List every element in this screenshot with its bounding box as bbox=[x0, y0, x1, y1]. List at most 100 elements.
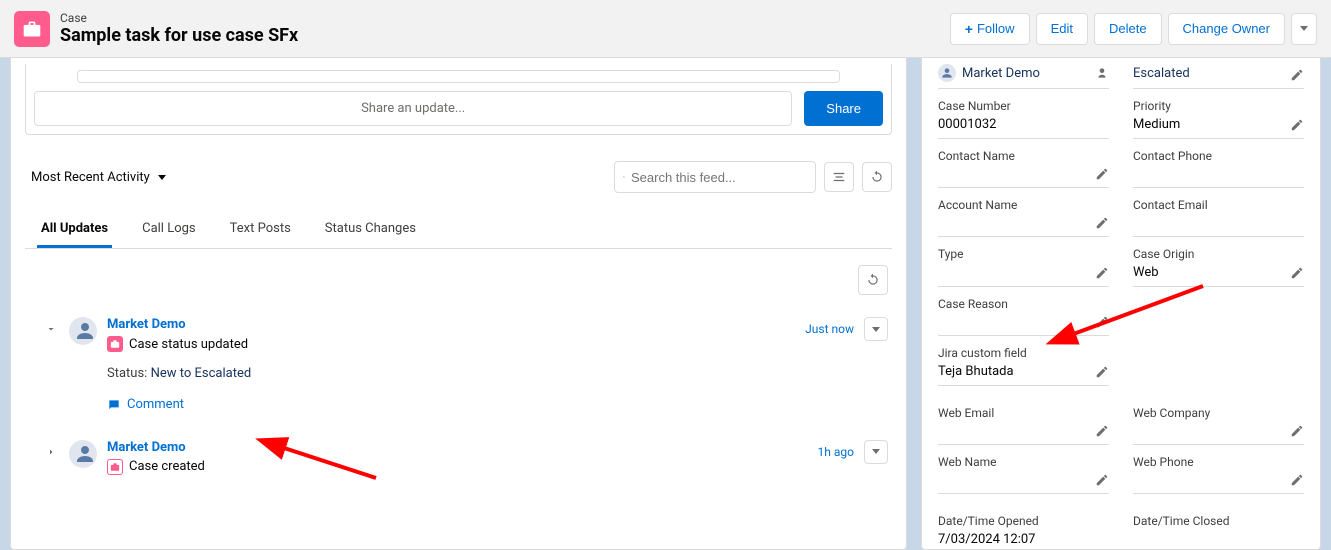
field-jira-custom: Jira custom field Teja Bhutada bbox=[938, 340, 1109, 386]
delete-button[interactable]: Delete bbox=[1094, 13, 1162, 45]
feed-toolbar: Most Recent Activity bbox=[25, 161, 892, 193]
field-datetime-closed: Date/Time Closed bbox=[1133, 508, 1304, 550]
feed-item-time[interactable]: Just now bbox=[805, 322, 854, 336]
feed-item-user[interactable]: Market Demo bbox=[107, 440, 186, 455]
feed-item-menu[interactable] bbox=[864, 440, 888, 464]
tab-text-posts[interactable]: Text Posts bbox=[226, 211, 295, 248]
details-panel: Market Demo Escalated Case Number 000010… bbox=[921, 58, 1321, 550]
chevron-right-icon bbox=[45, 446, 57, 458]
tab-all-updates[interactable]: All Updates bbox=[37, 211, 112, 248]
change-owner-button[interactable]: Change Owner bbox=[1168, 13, 1285, 45]
field-label: Priority bbox=[1133, 99, 1304, 113]
edit-pencil-icon[interactable] bbox=[1095, 266, 1109, 280]
sort-label: Most Recent Activity bbox=[31, 170, 150, 185]
field-label: Account Name bbox=[938, 198, 1109, 212]
edit-pencil-icon[interactable] bbox=[1095, 167, 1109, 181]
field-value bbox=[1133, 167, 1304, 181]
feed-search-box[interactable] bbox=[614, 161, 816, 193]
chevron-down-icon bbox=[872, 449, 880, 454]
field-label: Web Phone bbox=[1133, 455, 1304, 469]
header-text: Case Sample task for use case SFx bbox=[60, 11, 298, 46]
plus-icon: + bbox=[965, 21, 973, 37]
case-icon-outline bbox=[107, 459, 123, 475]
feed-item-time[interactable]: 1h ago bbox=[818, 445, 854, 459]
header-left: Case Sample task for use case SFx bbox=[14, 11, 298, 47]
tab-status-changes[interactable]: Status Changes bbox=[321, 211, 420, 248]
edit-pencil-icon[interactable] bbox=[1290, 118, 1304, 132]
feed-list-refresh-button[interactable] bbox=[858, 265, 888, 295]
field-type: Type bbox=[938, 241, 1109, 287]
field-label: Web Name bbox=[938, 455, 1109, 469]
feed-filter-button[interactable] bbox=[824, 162, 854, 192]
field-label: Web Email bbox=[938, 406, 1109, 420]
feed-item-subline: Case created bbox=[129, 459, 205, 474]
edit-pencil-icon[interactable] bbox=[1095, 216, 1109, 230]
feed-search-input[interactable] bbox=[631, 170, 807, 185]
feed-refresh-button[interactable] bbox=[862, 162, 892, 192]
comment-link[interactable]: Comment bbox=[107, 397, 184, 412]
edit-pencil-icon[interactable] bbox=[1290, 68, 1304, 82]
share-button[interactable]: Share bbox=[804, 91, 883, 126]
composer-collapsed-field[interactable] bbox=[77, 70, 840, 83]
avatar[interactable] bbox=[69, 440, 97, 468]
edit-pencil-icon[interactable] bbox=[1290, 266, 1304, 280]
field-value bbox=[1133, 216, 1304, 230]
field-label: Date/Time Closed bbox=[1133, 514, 1304, 528]
field-case-number: Case Number 00001032 bbox=[938, 93, 1109, 139]
chevron-down-icon bbox=[45, 323, 57, 335]
edit-pencil-icon[interactable] bbox=[1095, 473, 1109, 487]
field-value bbox=[1133, 473, 1304, 487]
field-label: Case Number bbox=[938, 99, 1109, 113]
follow-button[interactable]: + Follow bbox=[950, 13, 1030, 45]
field-label: Case Origin bbox=[1133, 247, 1304, 261]
edit-pencil-icon[interactable] bbox=[1290, 473, 1304, 487]
field-web-phone: Web Phone bbox=[1133, 449, 1304, 494]
feed-composer: Share an update... Share bbox=[25, 64, 892, 135]
more-actions-dropdown[interactable] bbox=[1291, 13, 1317, 45]
edit-pencil-icon[interactable] bbox=[1095, 424, 1109, 438]
field-value bbox=[938, 167, 1109, 181]
field-value bbox=[938, 315, 1109, 329]
follow-button-label: Follow bbox=[977, 21, 1015, 36]
record-type-eyebrow: Case bbox=[60, 11, 298, 25]
feed-item-body: Status: New to Escalated bbox=[107, 366, 888, 381]
field-contact-name: Contact Name bbox=[938, 143, 1109, 188]
expand-toggle[interactable] bbox=[43, 444, 59, 460]
edit-pencil-icon[interactable] bbox=[1095, 315, 1109, 329]
field-contact-email: Contact Email bbox=[1133, 192, 1304, 237]
field-contact-phone: Contact Phone bbox=[1133, 143, 1304, 188]
filter-icon bbox=[832, 170, 846, 184]
chevron-down-icon bbox=[158, 175, 166, 180]
collapse-toggle[interactable] bbox=[43, 321, 59, 337]
chevron-down-icon bbox=[1300, 26, 1308, 31]
tab-call-logs[interactable]: Call Logs bbox=[138, 211, 200, 248]
owner-value[interactable]: Market Demo bbox=[962, 66, 1040, 81]
field-case-origin: Case Origin Web bbox=[1133, 241, 1304, 287]
field-value bbox=[938, 216, 1109, 230]
comment-icon bbox=[107, 398, 121, 412]
page-header: Case Sample task for use case SFx + Foll… bbox=[0, 0, 1331, 58]
field-label: Contact Phone bbox=[1133, 149, 1304, 163]
avatar[interactable] bbox=[69, 317, 97, 345]
case-icon bbox=[107, 336, 123, 352]
edit-button[interactable]: Edit bbox=[1036, 13, 1088, 45]
field-label: Web Company bbox=[1133, 406, 1304, 420]
field-value: Medium bbox=[1133, 117, 1304, 132]
feed-item-menu[interactable] bbox=[864, 317, 888, 341]
edit-pencil-icon[interactable] bbox=[1290, 424, 1304, 438]
page-title: Sample task for use case SFx bbox=[60, 25, 298, 46]
owner-avatar bbox=[938, 64, 956, 82]
refresh-icon bbox=[866, 273, 880, 287]
feed-item-user[interactable]: Market Demo bbox=[107, 317, 186, 332]
field-value bbox=[938, 473, 1109, 487]
share-update-input[interactable]: Share an update... bbox=[34, 91, 792, 126]
edit-pencil-icon[interactable] bbox=[1095, 365, 1109, 379]
change-owner-icon[interactable] bbox=[1095, 66, 1109, 84]
sort-picker[interactable]: Most Recent Activity bbox=[25, 170, 166, 185]
chevron-down-icon bbox=[872, 327, 880, 332]
field-case-reason: Case Reason bbox=[938, 291, 1109, 336]
field-value: Web bbox=[1133, 265, 1304, 280]
field-case-owner: Market Demo bbox=[938, 62, 1109, 89]
field-value bbox=[938, 424, 1109, 438]
search-icon bbox=[623, 170, 625, 184]
